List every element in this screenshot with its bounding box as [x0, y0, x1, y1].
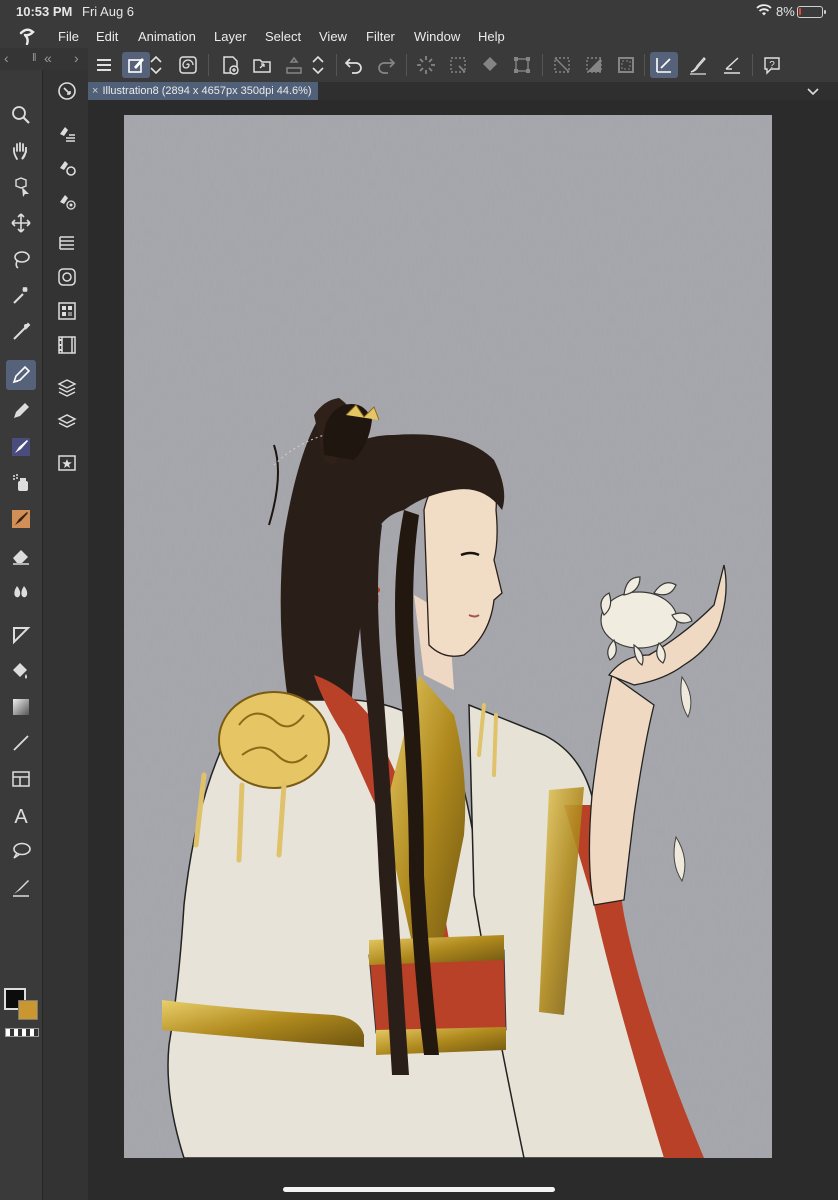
gradient-icon[interactable] [6, 692, 36, 722]
color-wheel-icon[interactable] [52, 262, 82, 292]
menu-window[interactable]: Window [414, 29, 460, 44]
timeline-icon[interactable] [52, 330, 82, 360]
panel-grip-icon[interactable]: ‖ [32, 52, 37, 64]
panel-rail-header: ‹ ‖ « › [0, 48, 88, 70]
menu-select[interactable]: Select [265, 29, 301, 44]
invert-selection-icon[interactable] [580, 52, 608, 78]
battery-icon [797, 6, 826, 18]
menu-help[interactable]: Help [478, 29, 505, 44]
pen-tool-icon[interactable] [6, 360, 36, 390]
status-bar: 10:53 PM Fri Aug 6 8% [0, 0, 838, 24]
close-tab-icon[interactable]: × [92, 82, 98, 100]
eyedropper-icon[interactable] [6, 316, 36, 346]
palette-bar [42, 70, 88, 1200]
undo-icon[interactable] [340, 52, 368, 78]
wifi-icon [756, 4, 772, 16]
tool-palette: A [0, 70, 42, 1200]
menu-view[interactable]: View [319, 29, 347, 44]
expand-right-icon[interactable]: › [74, 50, 79, 66]
magic-wand-icon[interactable] [6, 280, 36, 310]
document-tab-title: Illustration8 (2894 x 4657px 350dpi 44.6… [102, 85, 312, 97]
command-bar: ? [88, 48, 838, 82]
ruler-pen-icon[interactable] [718, 52, 746, 78]
sub-tool-detail-icon[interactable] [52, 152, 82, 182]
text-tool-icon[interactable]: A [6, 800, 36, 830]
fill-icon[interactable] [476, 52, 504, 78]
balloon-tool-icon[interactable] [6, 836, 36, 866]
menu-bar: File Edit Animation Layer Select View Fi… [0, 24, 838, 48]
new-file-icon[interactable] [216, 52, 244, 78]
chevron-down-icon[interactable] [806, 84, 820, 98]
save-icon[interactable] [280, 52, 308, 78]
airbrush-icon[interactable] [6, 468, 36, 498]
status-date: Fri Aug 6 [82, 4, 135, 19]
decoration-icon[interactable] [6, 504, 36, 534]
shoulder-guard [218, 691, 330, 789]
open-folder-icon[interactable] [248, 52, 276, 78]
transparent-color-swatch[interactable] [5, 1028, 39, 1037]
correct-line-icon[interactable] [6, 872, 36, 902]
material-icon[interactable] [52, 448, 82, 478]
menu-edit[interactable]: Edit [96, 29, 118, 44]
blend-icon[interactable] [6, 576, 36, 606]
menu-filter[interactable]: Filter [366, 29, 395, 44]
collapse-double-icon[interactable]: « [44, 50, 52, 66]
selection-border-icon[interactable] [612, 52, 640, 78]
status-time: 10:53 PM [16, 4, 73, 19]
figure-tool-icon[interactable] [6, 620, 36, 650]
collapse-left-icon[interactable]: ‹ [4, 50, 9, 66]
pencil-tool-icon[interactable] [6, 396, 36, 426]
menu-animation[interactable]: Animation [138, 29, 196, 44]
layer-stack-icon[interactable] [52, 406, 82, 436]
sub-color-swatch[interactable] [18, 1000, 38, 1020]
svg-text:?: ? [769, 60, 775, 71]
fill-tool-icon[interactable] [6, 656, 36, 686]
selection-clear-icon[interactable] [444, 52, 472, 78]
menu-icon[interactable] [90, 52, 118, 78]
brush-size-icon[interactable] [52, 186, 82, 216]
lasso-select-icon[interactable] [6, 244, 36, 274]
move-tool-icon[interactable] [6, 208, 36, 238]
help-icon[interactable]: ? [758, 52, 786, 78]
artwork-illustration[interactable] [124, 115, 772, 1158]
hand-tool-icon[interactable] [6, 136, 36, 166]
svg-text:A: A [14, 806, 28, 826]
animation-icon[interactable] [52, 296, 82, 326]
menu-file[interactable]: File [58, 29, 79, 44]
canvas-edit-icon[interactable] [122, 52, 150, 78]
battery-percent: 8% [776, 4, 795, 19]
spiral-icon[interactable] [174, 52, 202, 78]
pen-active-icon[interactable] [650, 52, 678, 78]
document-tab[interactable]: × Illustration8 (2894 x 4657px 350dpi 44.… [88, 82, 318, 100]
loading-icon[interactable] [412, 52, 440, 78]
line-tool-icon[interactable] [6, 728, 36, 758]
home-indicator[interactable] [283, 1187, 555, 1192]
transform-icon[interactable] [508, 52, 536, 78]
menu-layer[interactable]: Layer [214, 29, 247, 44]
battery-level [799, 8, 801, 15]
deselect-icon[interactable] [548, 52, 576, 78]
updown-arrows-icon[interactable] [148, 52, 164, 78]
brush-tool-icon[interactable] [6, 432, 36, 462]
layer-property-icon[interactable] [52, 228, 82, 258]
document-tab-strip: × Illustration8 (2894 x 4657px 350dpi 44.… [88, 82, 838, 100]
layer-icon[interactable] [52, 372, 82, 402]
brush-icon[interactable] [684, 52, 712, 78]
frame-tool-icon[interactable] [6, 764, 36, 794]
eraser-icon[interactable] [6, 540, 36, 570]
redo-icon[interactable] [372, 52, 400, 78]
navigator-icon[interactable] [52, 76, 82, 106]
app-logo-icon[interactable] [17, 27, 37, 45]
tool-property-icon[interactable] [52, 118, 82, 148]
updown-arrows-icon[interactable] [310, 52, 326, 78]
object-select-icon[interactable] [6, 172, 36, 202]
zoom-tool-icon[interactable] [6, 100, 36, 130]
